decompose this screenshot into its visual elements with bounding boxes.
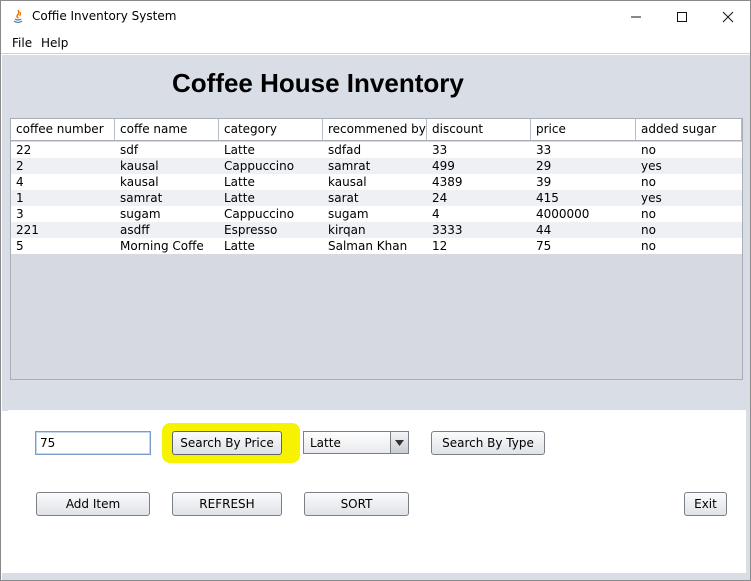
cell-category: Cappuccino	[224, 159, 295, 173]
close-icon	[722, 11, 734, 22]
refresh-button[interactable]: REFRESH	[172, 492, 282, 516]
cell-coffee-name: kausal	[120, 175, 159, 189]
cell-recommended-by: Salman Khan	[328, 239, 408, 253]
column-header-discount[interactable]: discount	[427, 119, 531, 141]
column-header-category[interactable]: category	[219, 119, 323, 141]
cell-coffee-name: Morning Coffe	[120, 239, 204, 253]
cell-category: Latte	[224, 175, 255, 189]
inventory-panel: Coffee House Inventory coffee number cof…	[2, 55, 749, 411]
controls-panel: 75 Search By Price Latte Search By Type …	[8, 410, 746, 573]
cell-price: 4000000	[536, 207, 590, 221]
category-dropdown[interactable]: Latte	[303, 431, 409, 454]
menu-bar: File Help	[1, 32, 750, 54]
cell-price: 75	[536, 239, 552, 253]
cell-coffee-name: samrat	[120, 191, 163, 205]
java-app-icon	[10, 9, 26, 25]
category-dropdown-value: Latte	[310, 436, 341, 450]
cell-price: 33	[536, 143, 552, 157]
cell-discount: 33	[432, 143, 448, 157]
cell-recommended-by: sdfad	[328, 143, 362, 157]
cell-discount: 499	[432, 159, 455, 173]
cell-added-sugar: no	[641, 207, 656, 221]
cell-discount: 3333	[432, 223, 463, 237]
maximize-button[interactable]	[659, 1, 705, 32]
column-header-coffee-name[interactable]: coffe name	[115, 119, 219, 141]
cell-category: Latte	[224, 191, 255, 205]
cell-category: Latte	[224, 143, 255, 157]
cell-recommended-by: kausal	[328, 175, 367, 189]
table-row[interactable]: 3 sugam Cappuccino sugam 4 4000000 no	[11, 206, 742, 222]
cell-coffee-name: sdf	[120, 143, 139, 157]
cell-added-sugar: no	[641, 223, 656, 237]
cell-coffee-number: 4	[16, 175, 24, 189]
cell-price: 29	[536, 159, 552, 173]
column-header-price[interactable]: price	[531, 119, 636, 141]
cell-coffee-number: 3	[16, 207, 24, 221]
cell-discount: 4389	[432, 175, 463, 189]
cell-coffee-name: sugam	[120, 207, 161, 221]
cell-added-sugar: no	[641, 239, 656, 253]
table-row[interactable]: 221 asdff Espresso kirqan 3333 44 no	[11, 222, 742, 238]
cell-category: Espresso	[224, 223, 278, 237]
cell-coffee-name: asdff	[120, 223, 150, 237]
search-by-type-button[interactable]: Search By Type	[431, 431, 545, 455]
menu-file[interactable]: File	[12, 36, 32, 50]
cell-coffee-name: kausal	[120, 159, 159, 173]
cell-recommended-by: samrat	[328, 159, 371, 173]
cell-price: 39	[536, 175, 552, 189]
add-item-button[interactable]: Add Item	[36, 492, 150, 516]
window-title: Coffie Inventory System	[32, 9, 177, 23]
app-window: Coffie Inventory System File Help Coffee…	[0, 0, 751, 581]
title-bar[interactable]: Coffie Inventory System	[1, 1, 750, 32]
cell-recommended-by: sugam	[328, 207, 369, 221]
cell-category: Latte	[224, 239, 255, 253]
table-body: 22 sdf Latte sdfad 33 33 no 2 kausal Cap…	[11, 142, 742, 254]
dropdown-arrow-icon[interactable]	[390, 432, 408, 453]
cell-recommended-by: kirqan	[328, 223, 366, 237]
table-row[interactable]: 2 kausal Cappuccino samrat 499 29 yes	[11, 158, 742, 174]
cell-added-sugar: yes	[641, 191, 662, 205]
table-row[interactable]: 22 sdf Latte sdfad 33 33 no	[11, 142, 742, 158]
cell-coffee-number: 1	[16, 191, 24, 205]
cell-price: 44	[536, 223, 552, 237]
cell-coffee-number: 2	[16, 159, 24, 173]
inventory-table[interactable]: coffee number coffe name category recomm…	[10, 118, 743, 380]
cell-recommended-by: sarat	[328, 191, 359, 205]
cell-added-sugar: no	[641, 143, 656, 157]
cell-price: 415	[536, 191, 559, 205]
window-edge-bottom	[2, 573, 750, 580]
column-header-coffee-number[interactable]: coffee number	[11, 119, 115, 141]
price-search-input[interactable]: 75	[35, 431, 151, 455]
table-row[interactable]: 4 kausal Latte kausal 4389 39 no	[11, 174, 742, 190]
cell-added-sugar: no	[641, 175, 656, 189]
cell-coffee-number: 5	[16, 239, 24, 253]
cell-coffee-number: 221	[16, 223, 39, 237]
cell-added-sugar: yes	[641, 159, 662, 173]
window-edge-right	[746, 55, 750, 580]
cell-coffee-number: 22	[16, 143, 32, 157]
table-row[interactable]: 5 Morning Coffe Latte Salman Khan 12 75 …	[11, 238, 742, 254]
minimize-button[interactable]	[613, 1, 659, 32]
maximize-icon	[677, 11, 687, 22]
table-header: coffee number coffe name category recomm…	[11, 119, 742, 141]
table-row[interactable]: 1 samrat Latte sarat 24 415 yes	[11, 190, 742, 206]
page-title: Coffee House Inventory	[172, 68, 464, 98]
minimize-icon	[631, 16, 641, 17]
cell-discount: 4	[432, 207, 440, 221]
search-by-price-button[interactable]: Search By Price	[172, 431, 282, 455]
cell-discount: 12	[432, 239, 448, 253]
cell-category: Cappuccino	[224, 207, 295, 221]
column-header-added-sugar[interactable]: added sugar	[636, 119, 742, 141]
sort-button[interactable]: SORT	[304, 492, 409, 516]
cell-discount: 24	[432, 191, 448, 205]
close-button[interactable]	[705, 1, 751, 32]
column-header-recommended-by[interactable]: recommened by	[323, 119, 427, 141]
exit-button[interactable]: Exit	[684, 492, 727, 516]
menu-help[interactable]: Help	[41, 36, 68, 50]
